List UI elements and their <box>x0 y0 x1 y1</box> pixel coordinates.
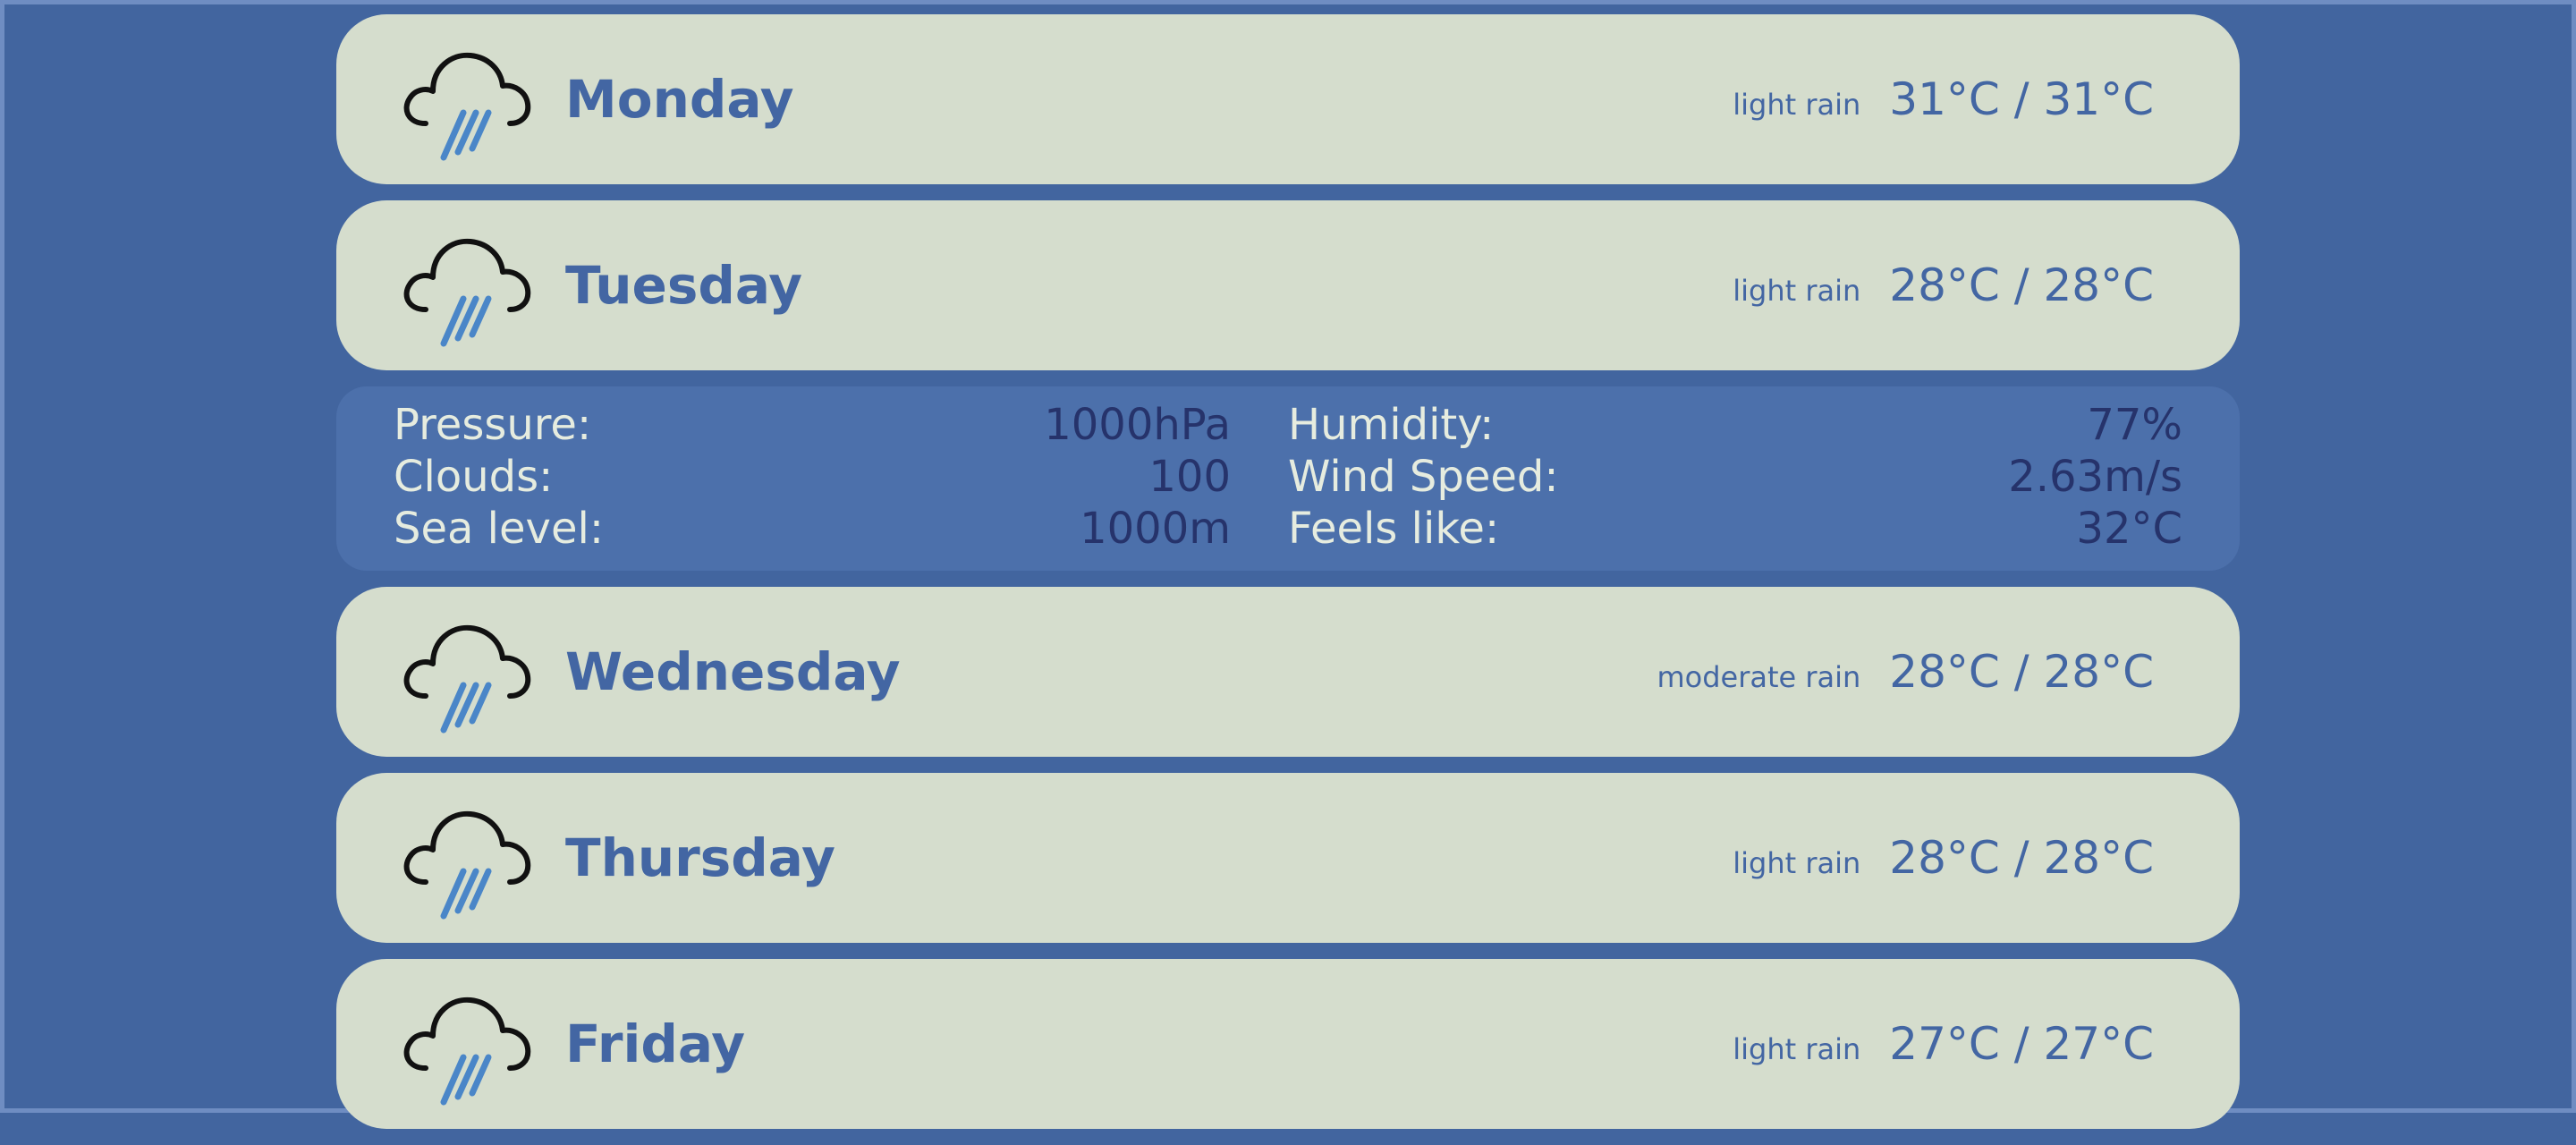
detail-sea-level: Sea level: 1000m <box>394 503 1231 555</box>
temperature-range: 27°C / 27°C <box>1889 1018 2154 1070</box>
rain-cloud-icon <box>403 810 531 920</box>
weather-description: light rain <box>1733 274 1861 308</box>
day-name: Tuesday <box>565 255 803 316</box>
rain-cloud-icon <box>403 997 531 1106</box>
weather-description: light rain <box>1733 1032 1861 1066</box>
weather-description: moderate rain <box>1657 660 1861 694</box>
forecast-list: Monday light rain 31°C / 31°C Tuesday li… <box>336 14 2240 1145</box>
day-name: Thursday <box>565 827 835 888</box>
detail-label: Wind Speed: <box>1288 452 1559 502</box>
detail-label: Feels like: <box>1288 504 1500 554</box>
detail-value: 1000hPa <box>1044 400 1231 450</box>
weather-description: light rain <box>1733 88 1861 122</box>
day-summary: light rain 27°C / 27°C <box>1733 1018 2154 1070</box>
temperature-range: 28°C / 28°C <box>1889 646 2154 698</box>
detail-label: Humidity: <box>1288 400 1495 450</box>
detail-value: 1000m <box>1080 504 1231 554</box>
detail-label: Clouds: <box>394 452 554 502</box>
day-name: Monday <box>565 69 794 130</box>
day-summary: light rain 28°C / 28°C <box>1733 832 2154 884</box>
day-summary: moderate rain 28°C / 28°C <box>1657 646 2154 698</box>
detail-wind-speed: Wind Speed: 2.63m/s <box>1288 451 2182 503</box>
details-right-column: Humidity: 77% Wind Speed: 2.63m/s Feels … <box>1288 399 2182 571</box>
forecast-card-tuesday[interactable]: Tuesday light rain 28°C / 28°C <box>336 200 2240 370</box>
detail-clouds: Clouds: 100 <box>394 451 1231 503</box>
forecast-card-wednesday[interactable]: Wednesday moderate rain 28°C / 28°C <box>336 587 2240 757</box>
forecast-details-panel: Pressure: 1000hPa Clouds: 100 Sea level:… <box>336 386 2240 571</box>
day-summary: light rain 28°C / 28°C <box>1733 259 2154 311</box>
detail-label: Sea level: <box>394 504 604 554</box>
rain-cloud-icon <box>403 238 531 347</box>
weather-description: light rain <box>1733 846 1861 880</box>
rain-cloud-icon <box>403 52 531 161</box>
forecast-card-thursday[interactable]: Thursday light rain 28°C / 28°C <box>336 773 2240 943</box>
temperature-range: 31°C / 31°C <box>1889 73 2154 125</box>
detail-value: 77% <box>2087 400 2182 450</box>
detail-pressure: Pressure: 1000hPa <box>394 399 1231 451</box>
rain-cloud-icon <box>403 624 531 734</box>
detail-label: Pressure: <box>394 400 592 450</box>
day-name: Friday <box>565 1014 746 1074</box>
forecast-card-monday[interactable]: Monday light rain 31°C / 31°C <box>336 14 2240 184</box>
details-left-column: Pressure: 1000hPa Clouds: 100 Sea level:… <box>394 399 1231 571</box>
detail-value: 100 <box>1148 452 1231 502</box>
temperature-range: 28°C / 28°C <box>1889 259 2154 311</box>
temperature-range: 28°C / 28°C <box>1889 832 2154 884</box>
day-name: Wednesday <box>565 641 901 702</box>
detail-humidity: Humidity: 77% <box>1288 399 2182 451</box>
forecast-card-friday[interactable]: Friday light rain 27°C / 27°C <box>336 959 2240 1129</box>
detail-value: 2.63m/s <box>2008 452 2182 502</box>
detail-value: 32°C <box>2076 504 2182 554</box>
detail-feels-like: Feels like: 32°C <box>1288 503 2182 555</box>
day-summary: light rain 31°C / 31°C <box>1733 73 2154 125</box>
